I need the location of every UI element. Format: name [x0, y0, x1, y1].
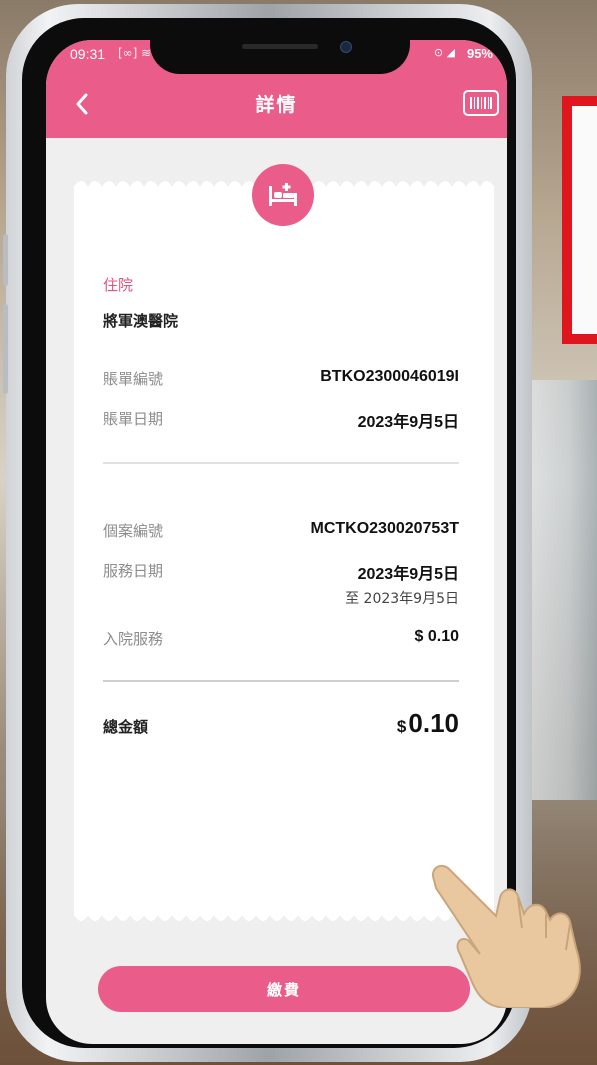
barcode-button[interactable]	[463, 90, 499, 116]
cast-indicator-icon: [∞] ≋	[118, 46, 152, 60]
front-camera	[340, 41, 352, 53]
case-number-row: 個案編號 MCTKO230020753T	[103, 520, 459, 541]
app-header: 09:31 [∞] ≋ ⊙ ◢ 95% 詳情	[46, 40, 507, 138]
barcode-icon	[470, 97, 492, 109]
bill-number-label: 賬單編號	[103, 370, 164, 388]
speaker-grille	[242, 44, 318, 49]
status-time: 09:31	[70, 46, 106, 62]
phone-notch	[150, 40, 410, 74]
admission-service-label: 入院服務	[103, 630, 164, 648]
service-date-to: 至 2023年9月5日	[345, 591, 459, 607]
bill-number-value: BTKO2300046019I	[320, 368, 459, 385]
bill-category: 住院	[103, 276, 134, 294]
phone-side-button	[3, 234, 8, 286]
hospital-name: 將軍澳醫院	[103, 312, 179, 330]
hospital-bed-icon	[252, 164, 314, 226]
bill-date-row: 賬單日期 2023年9月5日	[103, 408, 459, 431]
bill-date-label: 賬單日期	[103, 410, 164, 428]
total-amount-label: 總金額	[103, 718, 149, 736]
bill-date-value: 2023年9月5日	[357, 414, 459, 431]
case-number-value: MCTKO230020753T	[310, 520, 459, 537]
total-amount-number: 0.10	[408, 708, 459, 738]
service-date-label: 服務日期	[103, 562, 164, 580]
admission-service-row: 入院服務 $ 0.10	[103, 628, 459, 649]
page-title: 詳情	[255, 94, 298, 116]
bill-number-row: 賬單編號 BTKO2300046019I	[103, 368, 459, 389]
battery-level: 95%	[466, 46, 493, 61]
case-number-label: 個案編號	[103, 522, 164, 540]
phone-side-button	[3, 304, 8, 394]
total-currency: $	[396, 717, 407, 736]
service-date-value: 2023年9月5日 至 2023年9月5日	[345, 560, 459, 608]
bill-receipt-card: 住院 將軍澳醫院 賬單編號 BTKO2300046019I 賬單日期 2023年…	[74, 164, 494, 921]
pointing-hand-icon	[432, 864, 581, 1008]
section-divider	[103, 462, 459, 464]
total-amount-row: 總金額 $0.10	[103, 708, 459, 738]
red-highlight-frame	[562, 96, 597, 344]
admission-service-value: $ 0.10	[414, 628, 459, 645]
total-amount-value: $0.10	[397, 708, 459, 739]
service-date-from: 2023年9月5日	[357, 566, 459, 583]
service-date-row: 服務日期 2023年9月5日 至 2023年9月5日	[103, 560, 459, 607]
signal-icon: ⊙ ◢	[433, 46, 455, 59]
section-divider	[103, 680, 459, 682]
pay-button[interactable]: 繳費	[98, 966, 470, 1012]
